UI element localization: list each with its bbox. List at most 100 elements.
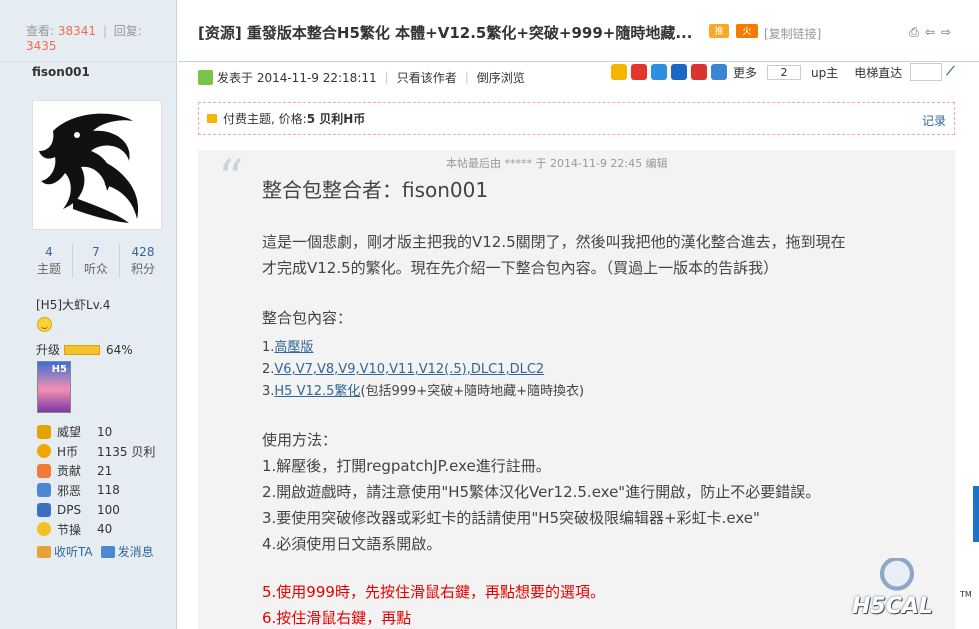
site-logo[interactable]: H5CAL TM [848,556,972,626]
warning-step: 5.使用999時，先按住滑鼠右鍵，再點想要的選項。 [262,583,605,601]
item-number: 1. [262,340,275,355]
quote-mark-icon: “ [218,149,244,207]
attr-label: 威望 [57,425,82,440]
replies-count: 3435 [26,39,57,53]
item-link[interactable]: H5 V12.5繁化 [274,384,360,399]
item-link[interactable]: 高壓版 [274,340,313,355]
count-listeners[interactable]: 7 听众 [73,244,120,278]
views-label: 查看: [26,24,55,38]
count-label: 主题 [36,262,61,276]
paid-topic-box: 付费主题, 价格: 5 贝利H币 记录 [198,102,955,135]
crown-icon [37,424,51,439]
post-paragraph: 這是一個悲劇，剛才版主把我的V12.5關閉了，然後叫我把他的漢化整合進去，拖到現… [262,233,846,251]
attr-value: 40 [97,522,113,537]
post-body: 整合包整合者：fison001 這是一個悲劇，剛才版主把我的V12.5關閉了，然… [262,174,942,629]
bulb-icon [37,522,51,537]
count-threads[interactable]: 4 主题 [26,244,73,278]
header-tools: ⎙ ⇦ ⇨ [909,25,951,40]
attr-value: 21 [97,463,113,478]
floor-jump-input[interactable] [910,63,943,81]
level-progress: 升级 64% [36,341,133,358]
item-number: 3. [262,384,275,399]
user-rank: [H5]大虾Lv.4 [36,298,111,312]
level-percent: 64% [106,342,133,357]
pay-text: 付费主题, 价格: [223,112,307,126]
user-attributes: 威望 10 H币 1135 贝利 贡献 21 邪恶 118 DPS 100 节操… [37,422,155,539]
follow-icon [37,545,51,558]
meta-divider: | [464,70,469,84]
go-icon[interactable]: ⟋ [946,64,962,80]
scroll-to-top-button[interactable] [973,486,979,542]
pay-price: 5 贝利H币 [306,112,366,126]
meta-divider: | [384,70,389,84]
prev-thread-icon[interactable]: ⇦ [925,25,935,40]
attr-row: 节操 40 [37,520,155,540]
item-link[interactable]: V6,V7,V8,V9,V10,V11,V12(.5),DLC1,DLC2 [274,362,544,377]
thread-stats: 查看: 38341 | 回复: 3435 [0,0,176,62]
usage-step: 2.開啟遊戲時，請注意使用"H5繁体汉化Ver12.5.exe"進行開啟，防止不… [262,483,821,501]
list-item: 3.H5 V12.5繁化(包括999+突破+隨時地藏+隨時換衣) [262,381,942,403]
attr-label: 贡献 [57,464,82,479]
user-counts: 4 主题 7 听众 428 积分 [26,244,166,278]
usage-step: 3.要使用突破修改器或彩虹卡的話請使用"H5突破极限编辑器+彩虹卡.exe" [262,509,760,527]
thread-title[interactable]: [资源] 重發版本整合H5繁化 本體+V12.5繁化+突破+999+隨時地藏..… [198,22,692,43]
share-qzone-icon[interactable] [611,64,627,80]
only-author-link[interactable]: 只看该作者 [397,69,457,86]
online-status-icon [198,69,213,85]
level-label: 升级 [36,343,61,357]
count-number: 7 [92,245,100,259]
attr-row: H币 1135 贝利 [37,442,155,462]
share-qq-icon[interactable] [651,64,667,80]
share-douban-icon[interactable] [691,64,707,80]
share-more-icon[interactable] [711,64,727,80]
coin-icon [37,444,51,459]
medal-text: H5 [51,364,67,375]
count-points[interactable]: 428 积分 [120,244,166,278]
attr-value: 100 [97,502,120,517]
smiley-icon [37,317,52,332]
message-button[interactable]: 发消息 [100,543,154,560]
count-number: 4 [45,245,53,259]
share-weibo-icon[interactable] [631,64,647,80]
usage-title: 使用方法： [262,431,338,449]
count-label: 积分 [130,262,155,276]
share-more-link[interactable]: 更多 [733,64,757,81]
medal-badge[interactable]: H5 [37,361,71,413]
copy-link-button[interactable]: [复制链接] [764,25,821,42]
share-bar: 更多 2 up主 电梯直达 ⟋ [611,63,962,81]
attr-label: 节操 [57,522,82,537]
next-thread-icon[interactable]: ⇨ [941,25,951,40]
avatar[interactable] [32,100,162,230]
post-heading: 整合包整合者：fison001 [262,178,489,202]
thread-header: [资源] 重發版本整合H5繁化 本體+V12.5繁化+突破+999+隨時地藏..… [178,0,979,62]
list-item: 2.V6,V7,V8,V9,V10,V11,V12(.5),DLC1,DLC2 [262,359,942,381]
share-renren-icon[interactable] [671,64,687,80]
warning-step: 6.按住滑鼠右鍵，再點 [262,609,412,627]
evil-icon [37,483,51,498]
count-number: 428 [131,245,155,259]
replies-label: 回复: [113,24,142,38]
usage-step: 4.必須使用日文語系開啟。 [262,535,442,553]
follow-button[interactable]: 收听TA [37,543,93,560]
message-icon [100,545,115,558]
attr-value: 10 [97,424,113,439]
count-label: 听众 [83,262,108,276]
logo-text: H5CAL [852,594,933,619]
attr-row: DPS 100 [37,500,155,520]
level-bar [64,344,101,355]
list-item: 1.高壓版 [262,337,942,359]
post-content: “ 本帖最后由 ***** 于 2014-11-9 22:45 编辑 整合包整合… [198,150,955,629]
print-icon[interactable]: ⎙ [909,25,919,40]
pay-record-link[interactable]: 记录 [922,112,946,129]
author-sidebar: 查看: 38341 | 回复: 3435 fison001 4 主题 7 听众 … [0,0,177,629]
edit-note: 本帖最后由 ***** 于 2014-11-9 22:45 编辑 [446,157,668,170]
elevator-label: 电梯直达 [854,65,903,80]
attr-label: DPS [57,502,82,517]
views-count: 38341 [57,24,97,38]
contents-list: 1.高壓版 2.V6,V7,V8,V9,V10,V11,V12(.5),DLC1… [262,337,942,403]
attr-label: 邪恶 [57,483,82,498]
item-note: (包括999+突破+隨時地藏+隨時換衣) [360,384,585,399]
username[interactable]: fison001 [32,65,90,79]
reverse-order-link[interactable]: 倒序浏览 [477,69,525,86]
up-button[interactable]: up主 [811,64,838,81]
